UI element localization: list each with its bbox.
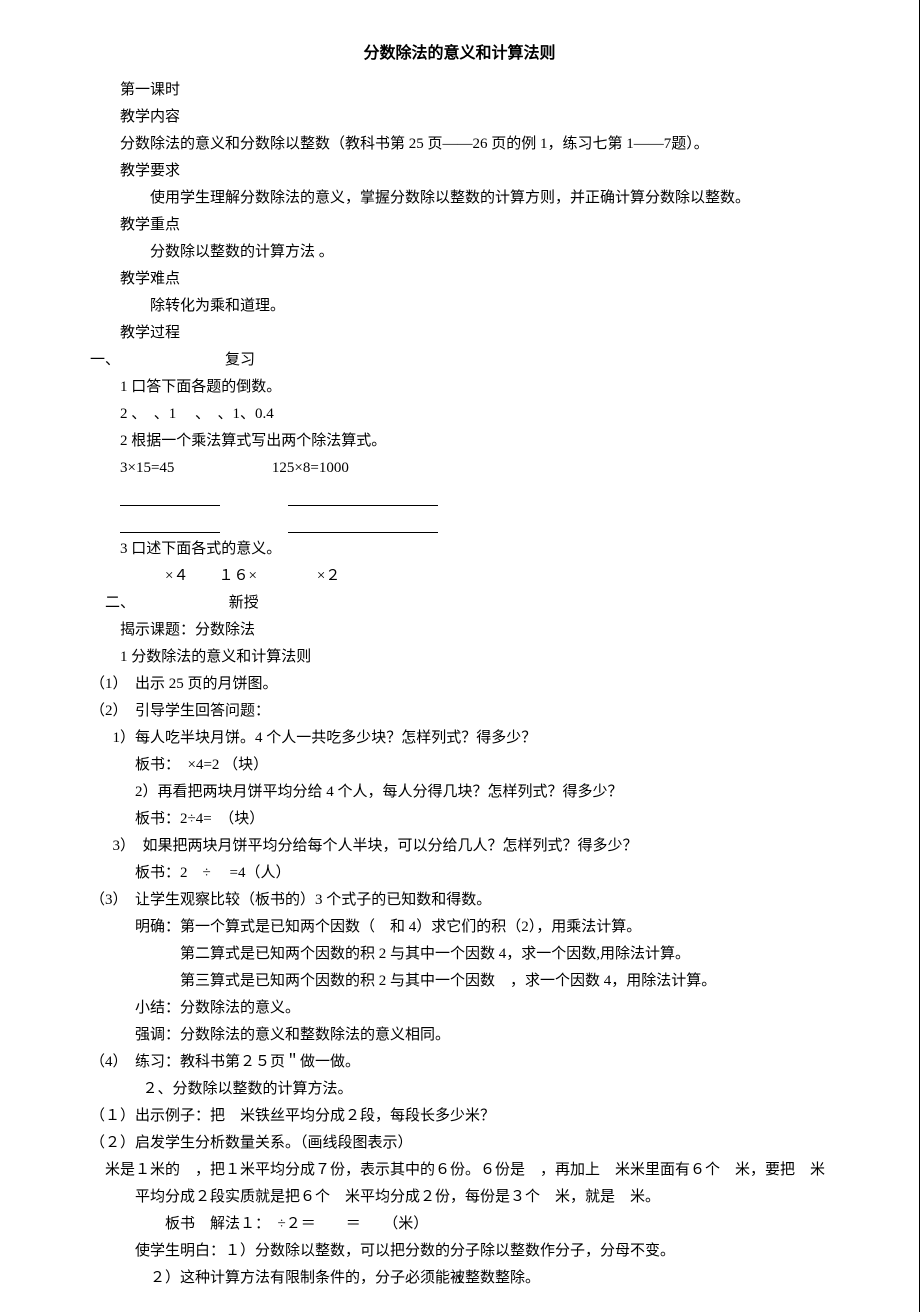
q3-text: 如果把两块月饼平均分给每个人半块，可以分给几人？怎样列式？得多少？ xyxy=(143,838,638,854)
reveal-topic: 揭示课题：分数除法 xyxy=(90,617,829,644)
review-item3: 3 口述下面各式的意义。 xyxy=(90,536,829,563)
step3-text: 让学生观察比较（板书的）3 个式子的已知数和得数。 xyxy=(135,892,491,908)
focus-label: 教学重点 xyxy=(90,212,829,239)
emphasis: 强调：分数除法的意义和整数除法的意义相同。 xyxy=(90,1022,829,1049)
ex1-text: 出示例子：把 米铁丝平均分成２段，每段长多少米？ xyxy=(135,1108,495,1124)
sub1: 1 分数除法的意义和计算法则 xyxy=(90,644,829,671)
blank-underline xyxy=(288,512,438,533)
review-item1-content: 2 、 、1 、 、1、0.4 xyxy=(90,401,829,428)
review-item3-content: ×４ １６× ×２ xyxy=(90,563,829,590)
ex2-text: 启发学生分析数量关系。（画线段图表示） xyxy=(135,1135,413,1151)
step4-text: 练习：教科书第２５页＂做一做。 xyxy=(135,1054,360,1070)
step2: （2） 引导学生回答问题： xyxy=(90,698,829,725)
question1: 1）每人吃半块月饼。4 个人一共吃多少块？怎样列式？得多少？ xyxy=(90,725,829,752)
lesson-header: 第一课时 xyxy=(90,77,829,104)
q3-num: 3） xyxy=(113,838,128,854)
review-item2: 2 根据一个乘法算式写出两个除法算式。 xyxy=(90,428,829,455)
step4: （4） 练习：教科书第２５页＂做一做。 xyxy=(90,1049,829,1076)
blank-underline xyxy=(120,485,220,506)
step1-text: 出示 25 页的月饼图。 xyxy=(135,676,278,692)
ex2-explanation: 米是１米的 ，把１米平均分成７份，表示其中的６份。６份是 ，再加上 米米里面有６… xyxy=(90,1157,829,1211)
ex2-text1: 米是１米的 ，把１米平均分成７份，表示其中的６份。６份是 ，再加上 米米里面有６… xyxy=(105,1157,829,1211)
blank-underline xyxy=(288,485,438,506)
focus-text: 分数除以整数的计算方法 。 xyxy=(90,239,829,266)
ex2-understand1: 使学生明白：１）分数除以整数，可以把分数的分子除以整数作分子，分母不变。 xyxy=(90,1238,829,1265)
q1-board: 板书： ×4=2 （块） xyxy=(90,752,829,779)
q2-board: 板书：2÷4= （块） xyxy=(90,806,829,833)
clarify2: 第二算式是已知两个因数的积 2 与其中一个因数 4，求一个因数,用除法计算。 xyxy=(90,941,829,968)
sub2: ２、分数除以整数的计算方法。 xyxy=(90,1076,829,1103)
page-number: 1 xyxy=(456,1267,463,1292)
blank-line-1 xyxy=(90,482,829,509)
process-label: 教学过程 xyxy=(90,320,829,347)
step3: （3） 让学生观察比较（板书的）3 个式子的已知数和得数。 xyxy=(90,887,829,914)
part2-title: 新授 xyxy=(154,595,259,611)
clarify1: 明确：第一个算式是已知两个因数（ 和 4）求它们的积（2），用乘法计算。 xyxy=(90,914,829,941)
ex1-num: （１） xyxy=(90,1108,135,1124)
eq2: 125×8=1000 xyxy=(272,460,349,476)
review-item2-equations: 3×15=45 125×8=1000 xyxy=(90,455,829,482)
summary: 小结：分数除法的意义。 xyxy=(90,995,829,1022)
part1-title: 复习 xyxy=(135,347,255,374)
step1-num: （1） xyxy=(90,676,120,692)
document-title: 分数除法的意义和计算法则 xyxy=(90,40,829,69)
ex2: （２）启发学生分析数量关系。（画线段图表示） xyxy=(90,1130,829,1157)
step2-text: 引导学生回答问题： xyxy=(135,703,270,719)
blank-line-2 xyxy=(90,509,829,536)
ex2-board: 板书 解法１： ÷２＝ ＝ （米） xyxy=(90,1211,829,1238)
requirement-text: 使用学生理解分数除法的意义，掌握分数除以整数的计算方则，并正确计算分数除以整数。 xyxy=(90,185,829,212)
step3-num: （3） xyxy=(90,892,120,908)
content-text: 分数除法的意义和分数除以整数（教科书第 25 页——26 页的例 1，练习七第 … xyxy=(90,131,829,158)
clarify3: 第三算式是已知两个因数的积 2 与其中一个因数 ，求一个因数 4，用除法计算。 xyxy=(90,968,829,995)
eq1: 3×15=45 xyxy=(120,460,174,476)
step2-num: （2） xyxy=(90,703,120,719)
part1-num: 一、 xyxy=(90,347,135,374)
requirement-label: 教学要求 xyxy=(90,158,829,185)
difficulty-label: 教学难点 xyxy=(90,266,829,293)
ex2-num: （２） xyxy=(90,1135,135,1151)
q1-num: 1） xyxy=(113,730,136,746)
step1: （1） 出示 25 页的月饼图。 xyxy=(90,671,829,698)
blank-underline xyxy=(120,512,220,533)
content-label: 教学内容 xyxy=(90,104,829,131)
question3: 3） 如果把两块月饼平均分给每个人半块，可以分给几人？怎样列式？得多少？ xyxy=(90,833,829,860)
q3-board: 板书：2 ÷ =4（人） xyxy=(90,860,829,887)
ex1: （１）出示例子：把 米铁丝平均分成２段，每段长多少米？ xyxy=(90,1103,829,1130)
question2: 2）再看把两块月饼平均分给 4 个人，每人分得几块？怎样列式？得多少？ xyxy=(90,779,829,806)
part2-num: 二、 xyxy=(105,595,150,611)
requirement-text-span: 使用学生理解分数除法的意义，掌握分数除以整数的计算方则，并正确计算分数除以整数。 xyxy=(150,190,750,206)
q1-text: 每人吃半块月饼。4 个人一共吃多少块？怎样列式？得多少？ xyxy=(135,730,536,746)
review-item1: 1 口答下面各题的倒数。 xyxy=(90,374,829,401)
difficulty-text: 除转化为乘和道理。 xyxy=(90,293,829,320)
step4-num: （4） xyxy=(90,1054,120,1070)
part2-heading: 二、 新授 xyxy=(90,590,829,617)
part1-heading: 一、 复习 xyxy=(90,347,829,374)
